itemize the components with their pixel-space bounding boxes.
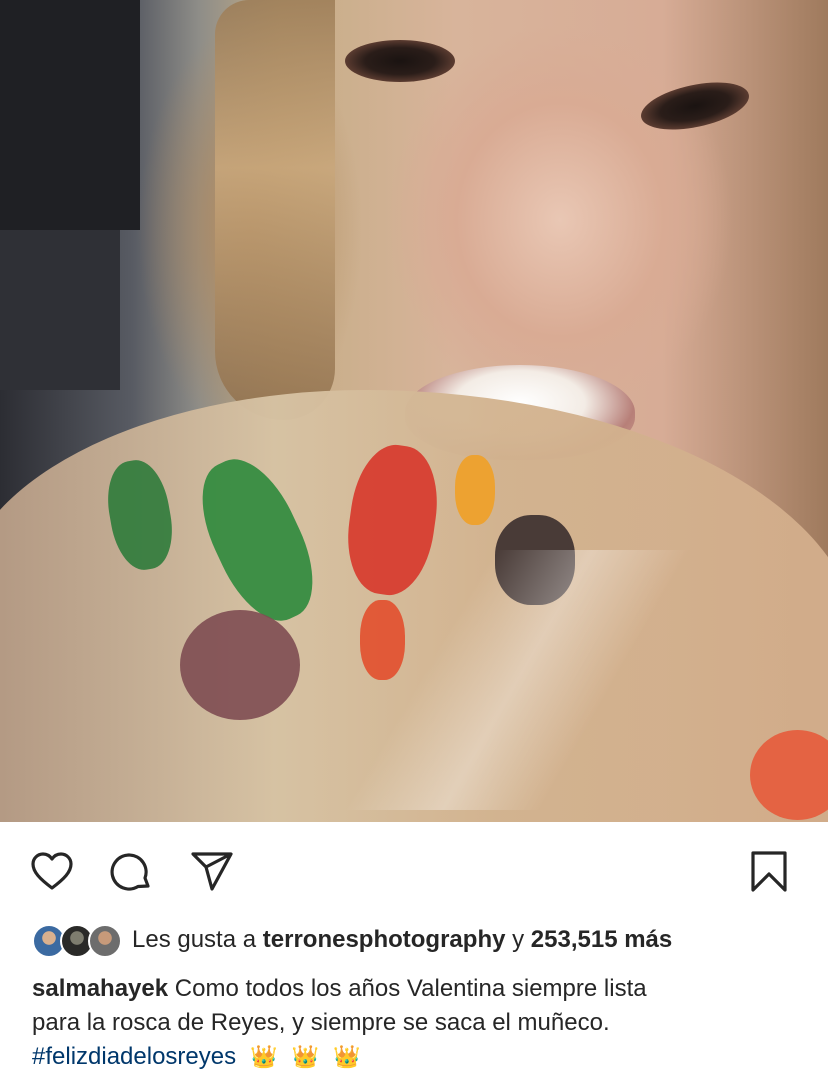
paper-plane-icon[interactable] bbox=[190, 850, 234, 894]
photo-candied-fruit bbox=[180, 610, 300, 720]
likes-text: Les gusta a terronesphotography y 253,51… bbox=[132, 926, 672, 954]
photo-eye-right bbox=[636, 74, 754, 138]
photo-plastic-wrap-shine bbox=[300, 550, 800, 810]
caption-hashtag-link[interactable]: #felizdiadelosreyes bbox=[32, 1043, 236, 1070]
caption-text-line2: para la rosca de Reyes, y siempre se sac… bbox=[32, 1009, 610, 1036]
comment-bubble-icon[interactable] bbox=[110, 850, 154, 894]
heart-outline-icon[interactable] bbox=[30, 850, 74, 894]
caption-text-line1: Como todos los años Valentina siempre li… bbox=[174, 975, 647, 1002]
post-caption: salmahayek Como todos los años Valentina… bbox=[32, 972, 792, 1075]
likes-summary[interactable]: Les gusta a terronesphotography y 253,51… bbox=[32, 920, 672, 960]
crown-emoji-icon: 👑 bbox=[250, 1045, 278, 1070]
photo-candied-fruit bbox=[455, 455, 495, 525]
photo-background-dark bbox=[0, 0, 140, 230]
bookmark-outline-icon[interactable] bbox=[748, 850, 792, 894]
crown-emoji-icon: 👑 bbox=[291, 1045, 319, 1070]
photo-eye-left bbox=[345, 40, 455, 82]
likes-count-link[interactable]: 253,515 más bbox=[531, 926, 672, 953]
crown-emoji-icon: 👑 bbox=[332, 1045, 361, 1070]
likes-connector: y bbox=[512, 926, 525, 953]
photo-background-dark-lower bbox=[0, 230, 120, 390]
liked-by-user-link[interactable]: terronesphotography bbox=[263, 926, 506, 953]
likes-prefix: Les gusta a bbox=[132, 926, 257, 953]
post-photo[interactable] bbox=[0, 0, 828, 822]
photo-hair-region bbox=[215, 0, 335, 420]
caption-username-link[interactable]: salmahayek bbox=[32, 975, 168, 1002]
avatar[interactable] bbox=[88, 924, 122, 958]
liker-avatars[interactable] bbox=[32, 922, 124, 958]
